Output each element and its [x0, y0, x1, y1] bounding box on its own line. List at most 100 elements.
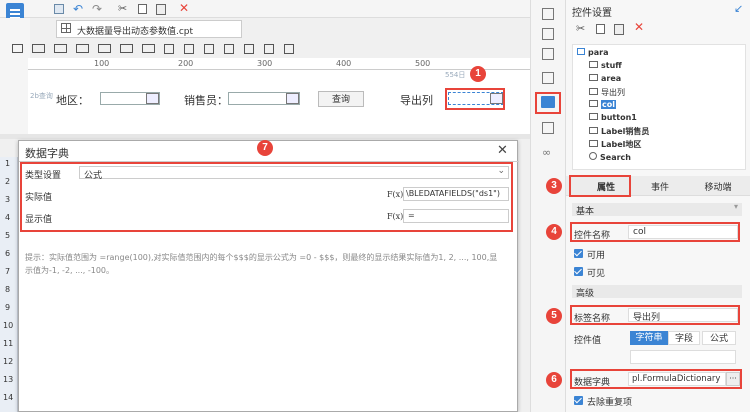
- row-number: 6: [5, 249, 11, 258]
- widget-more-icon[interactable]: [264, 44, 274, 54]
- grid-icon: [61, 23, 71, 33]
- tree-icon: [589, 61, 598, 68]
- widget-date-icon[interactable]: [120, 44, 133, 53]
- enabled-label: 可用: [587, 251, 606, 261]
- tree-node-label-sales[interactable]: Label销售员: [589, 126, 649, 137]
- save-icon[interactable]: [54, 4, 64, 14]
- tab-mobile[interactable]: 移动端: [694, 180, 742, 193]
- tree-icon: [589, 100, 598, 107]
- panel-icon-6[interactable]: [542, 122, 554, 134]
- widget-button-icon[interactable]: [54, 44, 67, 53]
- tree-node-label-region[interactable]: Label地区: [589, 139, 641, 150]
- document-tab-title: 大数据量导出动态参数值.cpt: [77, 27, 194, 37]
- widget-checkgroup-icon[interactable]: [204, 44, 214, 54]
- delete-icon[interactable]: ✕: [179, 1, 189, 15]
- badge-1: 1: [470, 66, 486, 82]
- copy-icon[interactable]: [138, 4, 147, 14]
- tree-label: button1: [601, 113, 637, 122]
- dialog-close-icon[interactable]: ✕: [497, 143, 508, 158]
- tree-node-export[interactable]: 导出列: [589, 87, 625, 98]
- redo-icon[interactable]: ↷: [92, 2, 102, 16]
- widget-label-icon[interactable]: [12, 44, 23, 53]
- panel-icon-3[interactable]: [542, 48, 554, 60]
- widget-combo-icon[interactable]: [98, 44, 111, 53]
- widget-radiogroup-icon[interactable]: [164, 44, 174, 54]
- dialog-title: 数据字典: [25, 147, 69, 160]
- panel-icon-1[interactable]: [542, 8, 554, 20]
- highlight-dialog-fields: [20, 162, 513, 232]
- region-combo-icon[interactable]: [146, 93, 159, 104]
- tree-label: col: [601, 100, 616, 109]
- widget-list-icon[interactable]: [244, 44, 254, 54]
- widget-overflow-icon[interactable]: [284, 44, 294, 54]
- main-toolbar: ↶ ↷ ✂ ✕: [0, 0, 530, 27]
- panel-icon-2[interactable]: [542, 28, 554, 40]
- copy-icon[interactable]: [596, 24, 605, 34]
- value-tab-string[interactable]: 字符串: [630, 331, 668, 345]
- section-advanced-label: 高级: [576, 289, 595, 299]
- enabled-checkbox[interactable]: [574, 249, 583, 258]
- widget-number-icon[interactable]: [76, 44, 89, 53]
- row-number: 4: [5, 213, 11, 222]
- visible-label: 可见: [587, 269, 606, 279]
- tree-node-para[interactable]: para: [577, 48, 608, 57]
- tree-node-search[interactable]: Search: [589, 152, 631, 162]
- tree-icon: [589, 127, 598, 134]
- cut-icon[interactable]: ✂: [118, 2, 127, 15]
- tree-label: Label地区: [601, 140, 642, 149]
- search-icon: [589, 152, 597, 160]
- badge-3: 3: [546, 178, 562, 194]
- paste-icon[interactable]: [156, 4, 166, 15]
- cut-icon[interactable]: ✂: [576, 22, 585, 35]
- visible-checkbox[interactable]: [574, 267, 583, 276]
- widget-text-icon[interactable]: [32, 44, 45, 53]
- widget-checkbox-icon[interactable]: [184, 44, 194, 54]
- row-number: 14: [3, 393, 14, 402]
- value-input[interactable]: [630, 350, 736, 364]
- section-advanced[interactable]: 高级: [572, 285, 742, 299]
- row-number: 3: [5, 195, 11, 204]
- splitter[interactable]: [0, 134, 530, 139]
- query-button[interactable]: 查询: [318, 91, 364, 107]
- horizontal-ruler: 100 200 300 400 500: [28, 58, 530, 70]
- row-number: 8: [5, 285, 11, 294]
- row-number: 10: [3, 321, 14, 330]
- label-export: 导出列: [400, 94, 433, 107]
- delete-icon[interactable]: ✕: [634, 20, 644, 34]
- tree-label: Search: [600, 153, 631, 162]
- panel-title: 控件设置: [572, 8, 612, 19]
- tree-icon: [589, 88, 598, 95]
- widget-tree-icon[interactable]: [224, 44, 234, 54]
- panel-icon-4[interactable]: [542, 72, 554, 84]
- undo-icon[interactable]: ↶: [73, 2, 83, 16]
- row-number: 7: [5, 267, 11, 276]
- paste-icon[interactable]: [614, 24, 624, 35]
- row-number: 13: [3, 375, 14, 384]
- widget-radio-icon[interactable]: [142, 44, 155, 53]
- badge-6: 6: [546, 372, 562, 388]
- collapse-icon[interactable]: ↙: [734, 2, 743, 15]
- highlight-tag-field: [570, 305, 740, 325]
- tree-icon: [589, 74, 598, 81]
- tree-node-area[interactable]: area: [589, 74, 621, 83]
- highlight-export-combo: [445, 88, 505, 110]
- link-icon[interactable]: ∞: [542, 146, 551, 159]
- row-number: 9: [5, 303, 11, 312]
- badge-5: 5: [546, 308, 562, 324]
- value-tab-field[interactable]: 字段: [668, 331, 700, 345]
- tab-events[interactable]: 事件: [640, 180, 680, 193]
- row-number: 12: [3, 357, 14, 366]
- tree-node-button1[interactable]: button1: [589, 113, 637, 122]
- highlight-dict-field: [570, 369, 742, 389]
- document-tab[interactable]: 大数据量导出动态参数值.cpt: [56, 20, 242, 38]
- badge-7: 7: [257, 140, 273, 156]
- tree-icon: [589, 140, 598, 147]
- section-basic-label: 基本: [576, 207, 595, 217]
- dedupe-checkbox[interactable]: [574, 396, 583, 405]
- sales-combo-icon[interactable]: [286, 93, 299, 104]
- tree-node-col[interactable]: col: [589, 100, 616, 109]
- section-basic[interactable]: 基本 ▾: [572, 202, 742, 217]
- tree-node-stuff[interactable]: stuff: [589, 61, 622, 70]
- highlight-name-field: [570, 222, 740, 242]
- value-tab-formula[interactable]: 公式: [702, 331, 736, 345]
